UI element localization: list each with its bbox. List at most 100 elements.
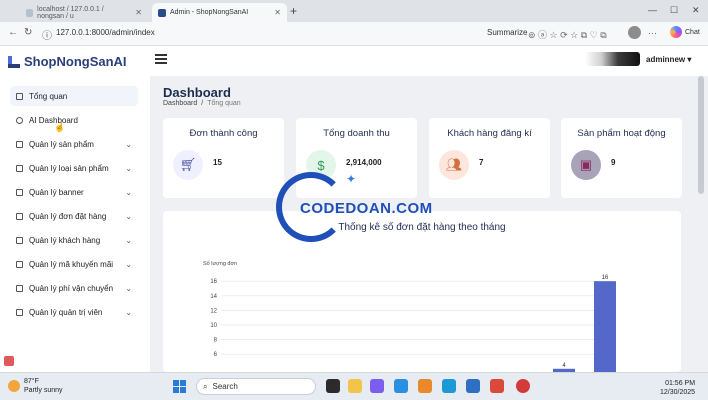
list-icon: [16, 260, 23, 268]
minimize-icon[interactable]: —: [648, 5, 657, 15]
copilot-icon: [670, 26, 682, 38]
taskbar-clock[interactable]: 01:56 PM 12/30/2025: [660, 379, 695, 397]
sidebar-item-products[interactable]: Quản lý sản phẩm ⌄: [10, 134, 138, 154]
username: adminnew ▾: [646, 54, 692, 64]
windows-start-icon[interactable]: [173, 380, 186, 393]
y-tick-label: 12: [210, 308, 217, 314]
new-tab-button[interactable]: +: [290, 4, 297, 18]
chrome-icon[interactable]: [490, 379, 504, 393]
sidebar-item-label: Tổng quan: [29, 91, 68, 101]
maximize-icon[interactable]: ☐: [670, 5, 678, 16]
user-menu[interactable]: adminnew ▾: [585, 52, 691, 66]
logo-mark-icon: [8, 55, 20, 68]
edge-icon[interactable]: [442, 379, 456, 393]
list-icon: [16, 284, 23, 292]
mouse-cursor-icon: ☝: [54, 122, 66, 132]
sun-icon: [8, 380, 20, 392]
card-title: Sản phẩm hoạt động: [577, 128, 666, 139]
chevron-down-icon: ⌄: [125, 235, 132, 245]
sidebar-item-shipping[interactable]: Quản lý phí vận chuyển ⌄: [10, 278, 138, 298]
taskbar-search[interactable]: ⌕ Search: [196, 378, 316, 395]
card-value: 2,914,000: [346, 158, 382, 167]
file-explorer-icon[interactable]: [348, 379, 362, 393]
sidebar-item-promotions[interactable]: Quản lý mã khuyến mãi ⌄: [10, 254, 138, 274]
logo[interactable]: ShopNongSanAI: [8, 54, 127, 69]
y-tick-label: 10: [210, 323, 217, 329]
close-tab-icon[interactable]: ✕: [274, 8, 281, 17]
windows-taskbar: 87°F Partly sunny ⌕ Search 01:56 PM 12/3…: [0, 372, 708, 400]
clock-time: 01:56 PM: [665, 380, 696, 387]
profile-avatar[interactable]: [628, 26, 641, 39]
page-title: Dashboard: [163, 85, 231, 100]
list-icon: [16, 164, 23, 172]
app-header: ShopNongSanAI adminnew ▾: [0, 46, 708, 76]
watermark-logo: ✦ CODEDOAN.COM: [276, 172, 436, 242]
sidebar-item-overview[interactable]: Tổng quan: [10, 86, 138, 106]
sidebar-item-label: Quản lý đơn đặt hàng: [29, 211, 107, 221]
sidebar-item-label: Quản lý banner: [29, 187, 84, 197]
y-tick-label: 14: [210, 294, 217, 300]
sidebar-item-orders[interactable]: Quản lý đơn đặt hàng ⌄: [10, 206, 138, 226]
breadcrumb-separator: /: [201, 100, 204, 107]
card-value: 7: [479, 158, 484, 167]
sidebar-item-label: Quản lý mã khuyến mãi: [29, 259, 114, 269]
y-tick-label: 16: [210, 279, 217, 285]
browser-tab-admin[interactable]: Admin - ShopNongSanAI ✕: [152, 3, 287, 22]
close-window-icon[interactable]: ✕: [692, 5, 700, 16]
tab-favicon-icon: [26, 8, 34, 17]
weather-widget[interactable]: 87°F Partly sunny: [8, 377, 63, 395]
search-icon: ⌕: [203, 381, 208, 391]
sidebar-item-ai-dashboard[interactable]: AI Dashboard: [10, 110, 138, 130]
close-tab-icon[interactable]: ✕: [135, 8, 142, 17]
sidebar-item-customers[interactable]: Quản lý khách hàng ⌄: [10, 230, 138, 250]
taskview-icon[interactable]: [326, 379, 340, 393]
browser-tab-phpmyadmin[interactable]: localhost / 127.0.0.1 / nongsan / u ✕: [20, 3, 148, 22]
url-input[interactable]: 127.0.0.1:8000/admin/index: [56, 28, 155, 37]
clock-date: 12/30/2025: [660, 389, 696, 396]
search-label: Search: [212, 382, 238, 391]
card-title: Đơn thành công: [189, 128, 258, 139]
page-scrollbar[interactable]: [698, 76, 704, 194]
star-icon: ✦: [346, 172, 357, 186]
stat-card-products: Sản phẩm hoạt động ▣ 9: [561, 118, 682, 198]
reload-icon[interactable]: ↻: [24, 27, 32, 38]
summarize-button[interactable]: Summarize: [487, 28, 527, 37]
sidebar: Tổng quan AI Dashboard Quản lý sản phẩm …: [0, 76, 150, 372]
list-icon: [16, 212, 23, 220]
address-bar: ← ↻ ⓘ 127.0.0.1:8000/admin/index Summari…: [0, 22, 708, 46]
y-tick-label: 8: [214, 338, 218, 344]
vscode-icon[interactable]: [466, 379, 480, 393]
toolbar-icons[interactable]: ⊚ ⓐ ☆ ⟳ ☆ ⧉ ♡ ⧉: [528, 28, 607, 41]
y-tick-label: 6: [214, 352, 218, 358]
chevron-down-icon: ⌄: [125, 283, 132, 293]
y-axis-label: Số lượng đơn: [203, 261, 237, 267]
more-icon[interactable]: ⋯: [648, 28, 657, 39]
card-value: 15: [213, 158, 222, 167]
sidebar-item-admins[interactable]: Quản lý quản trị viên ⌄: [10, 302, 138, 322]
user-avatar: [585, 52, 640, 66]
hamburger-menu-icon[interactable]: [155, 54, 167, 64]
chevron-down-icon: ⌄: [125, 211, 132, 221]
list-icon: [16, 236, 23, 244]
recorder-icon[interactable]: [516, 379, 530, 393]
breadcrumb-home[interactable]: Dashboard: [163, 100, 197, 107]
box-icon: ▣: [571, 150, 601, 180]
chat-button[interactable]: Chat: [670, 26, 700, 38]
zoom-icon[interactable]: [394, 379, 408, 393]
site-info-icon[interactable]: ⓘ: [42, 27, 52, 42]
cart-icon: 🛒︎: [173, 150, 203, 180]
sidebar-item-categories[interactable]: Quản lý loại sản phẩm ⌄: [10, 158, 138, 178]
xampp-icon[interactable]: [418, 379, 432, 393]
tab-label: Admin - ShopNongSanAI: [170, 9, 249, 16]
card-title: Khách hàng đăng kí: [447, 128, 532, 139]
bar-data-label: 16: [602, 275, 609, 281]
sidebar-item-label: Quản lý loại sản phẩm: [29, 163, 109, 173]
sidebar-item-label: Quản lý quản trị viên: [29, 307, 103, 317]
weather-text: 87°F Partly sunny: [24, 377, 63, 395]
list-icon: [16, 308, 23, 316]
sidebar-item-label: Quản lý phí vận chuyển: [29, 283, 114, 293]
sidebar-item-banner[interactable]: Quản lý banner ⌄: [10, 182, 138, 202]
list-icon: [16, 140, 23, 148]
back-icon[interactable]: ←: [8, 27, 18, 38]
copilot-icon[interactable]: [370, 379, 384, 393]
